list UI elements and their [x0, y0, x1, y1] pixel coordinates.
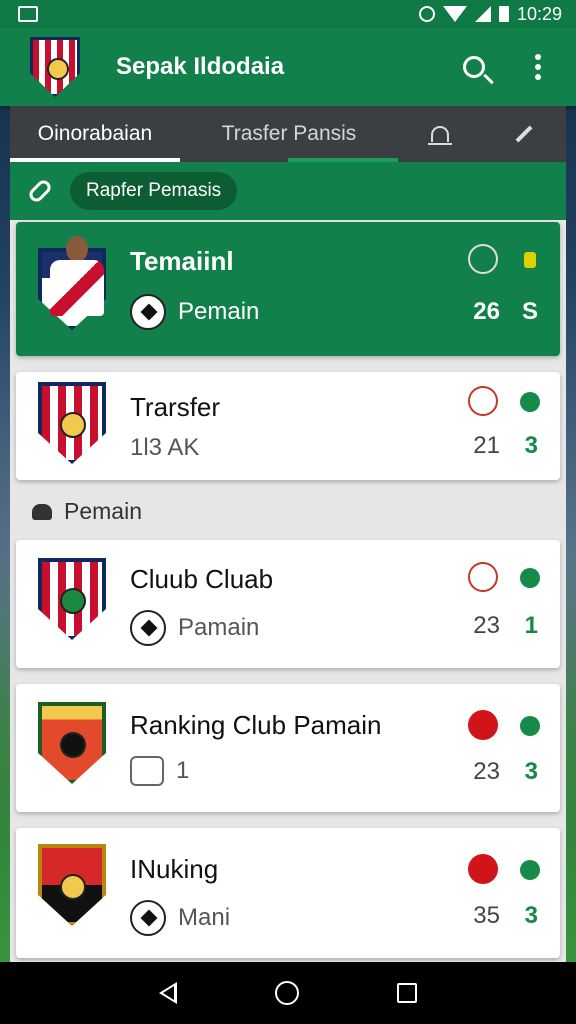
- card-subtitle: 1l3 AK: [130, 434, 200, 461]
- content-panel: Rapfer Pemasis Temaiinl Pemain 26 S Trar…: [10, 162, 566, 962]
- stat-primary: 26: [473, 298, 500, 325]
- tab-trasfer-pansis[interactable]: Trasfer Pansis: [180, 106, 398, 162]
- card-subtitle: Pamain: [130, 610, 259, 646]
- alert-icon[interactable]: [468, 854, 498, 884]
- attachment-icon[interactable]: [26, 177, 54, 205]
- tab-bar: Oinorabaian Trasfer Pansis: [10, 106, 566, 162]
- flag-icon: [524, 252, 536, 268]
- battery-icon: [498, 6, 509, 22]
- football-icon: [130, 294, 166, 330]
- card-title: Temaiinl: [130, 246, 234, 276]
- stat-primary: 21: [473, 432, 500, 459]
- overflow-menu-button[interactable]: [518, 47, 558, 87]
- recents-icon[interactable]: [397, 983, 417, 1003]
- club-crest-icon: [38, 382, 106, 464]
- alarm-icon: [418, 6, 435, 22]
- card-title: Trarsfer: [130, 392, 221, 422]
- club-crest-icon: [38, 844, 106, 926]
- bell-icon: [428, 126, 452, 145]
- app-logo-crest[interactable]: [30, 37, 80, 97]
- home-icon[interactable]: [275, 981, 299, 1005]
- stat-secondary: 1: [524, 612, 538, 639]
- card-subtitle-text: Mani: [178, 904, 231, 931]
- stat-secondary: 3: [524, 902, 538, 929]
- tab-edit[interactable]: [482, 106, 566, 162]
- back-icon[interactable]: [159, 982, 177, 1004]
- card-title: Cluub Cluab: [130, 564, 274, 594]
- stat-primary: 35: [473, 902, 500, 929]
- more-vert-icon: [535, 54, 541, 80]
- list-card-temaiinl[interactable]: Temaiinl Pemain 26 S: [16, 222, 560, 356]
- system-nav-bar: [0, 962, 576, 1024]
- stat-secondary: 3: [524, 758, 538, 785]
- status-icons: 10:29: [418, 3, 562, 25]
- card-subtitle: Pemain: [130, 294, 259, 330]
- stat-secondary: 3: [524, 432, 538, 459]
- notification-icon: [18, 6, 38, 22]
- filter-chip[interactable]: Rapfer Pemasis: [70, 172, 238, 210]
- list-card-trarsfer[interactable]: Trarsfer 1l3 AK 21 3: [16, 372, 560, 480]
- status-time: 10:29: [516, 3, 562, 24]
- alert-icon[interactable]: [468, 710, 498, 740]
- player-photo: [46, 236, 106, 326]
- tab-notifications[interactable]: [398, 106, 482, 162]
- club-crest-icon: [38, 702, 106, 784]
- check-badge-icon: [520, 568, 540, 588]
- filter-row: Rapfer Pemasis: [10, 162, 566, 220]
- search-icon: [463, 56, 485, 78]
- card-title: INuking: [130, 854, 219, 884]
- signal-icon: [474, 6, 491, 22]
- card-subtitle: Mani: [130, 900, 230, 936]
- whistle-icon[interactable]: [468, 562, 498, 592]
- status-bar: 10:29: [0, 0, 576, 28]
- stat-primary: 23: [473, 612, 500, 639]
- card-title: Ranking Club Pamain: [130, 710, 382, 740]
- wifi-icon: [442, 6, 467, 22]
- tab-oinorabaian[interactable]: Oinorabaian: [10, 106, 180, 162]
- stat-primary: 23: [473, 758, 500, 785]
- timer-icon[interactable]: [468, 244, 498, 274]
- club-crest-icon: [38, 558, 106, 640]
- app-bar: Sepak Ildodaia: [0, 28, 576, 106]
- section-header-pemain: Pemain: [32, 498, 142, 525]
- card-subtitle-text: 1: [176, 757, 190, 784]
- app-title: Sepak Ildodaia: [116, 53, 285, 80]
- card-subtitle-text: Pemain: [178, 298, 260, 325]
- section-label: Pemain: [64, 498, 142, 524]
- check-badge-icon: [520, 716, 540, 736]
- list-card-inuking[interactable]: INuking Mani 35 3: [16, 828, 560, 958]
- shield-ball-icon: [130, 900, 166, 936]
- person-icon: [32, 503, 52, 520]
- stat-secondary: S: [521, 298, 538, 325]
- search-button[interactable]: [454, 47, 494, 87]
- list-card-ranking-club[interactable]: Ranking Club Pamain 1 23 3: [16, 684, 560, 812]
- list-card-cluub-cluab[interactable]: Cluub Cluab Pamain 23 1: [16, 540, 560, 668]
- card-subtitle: 1: [130, 756, 189, 786]
- pencil-icon: [515, 125, 533, 143]
- football-icon: [130, 610, 166, 646]
- check-badge-icon: [520, 860, 540, 880]
- check-badge-icon: [520, 392, 540, 412]
- card-subtitle-text: Pamain: [178, 614, 260, 641]
- chess-piece-icon[interactable]: [468, 386, 498, 416]
- team-icon: [130, 756, 164, 786]
